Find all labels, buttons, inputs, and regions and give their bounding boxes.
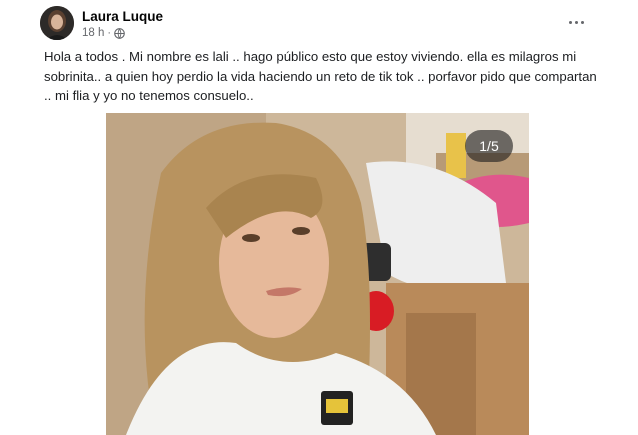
globe-icon [114,27,125,39]
post-text: Hola a todos . Mi nombre es lali .. hago… [44,49,597,103]
author-name[interactable]: Laura Luque [82,9,163,24]
post-photo[interactable] [106,113,529,435]
photo-counter-badge[interactable]: 1/5 [465,130,513,162]
more-options-icon[interactable] [564,12,588,32]
post-time[interactable]: 18 h [82,27,104,39]
meta-separator: · [107,27,112,39]
post-header: Laura Luque 18 h · [40,4,600,44]
post-meta: 18 h · [82,27,125,39]
avatar[interactable] [40,6,74,40]
